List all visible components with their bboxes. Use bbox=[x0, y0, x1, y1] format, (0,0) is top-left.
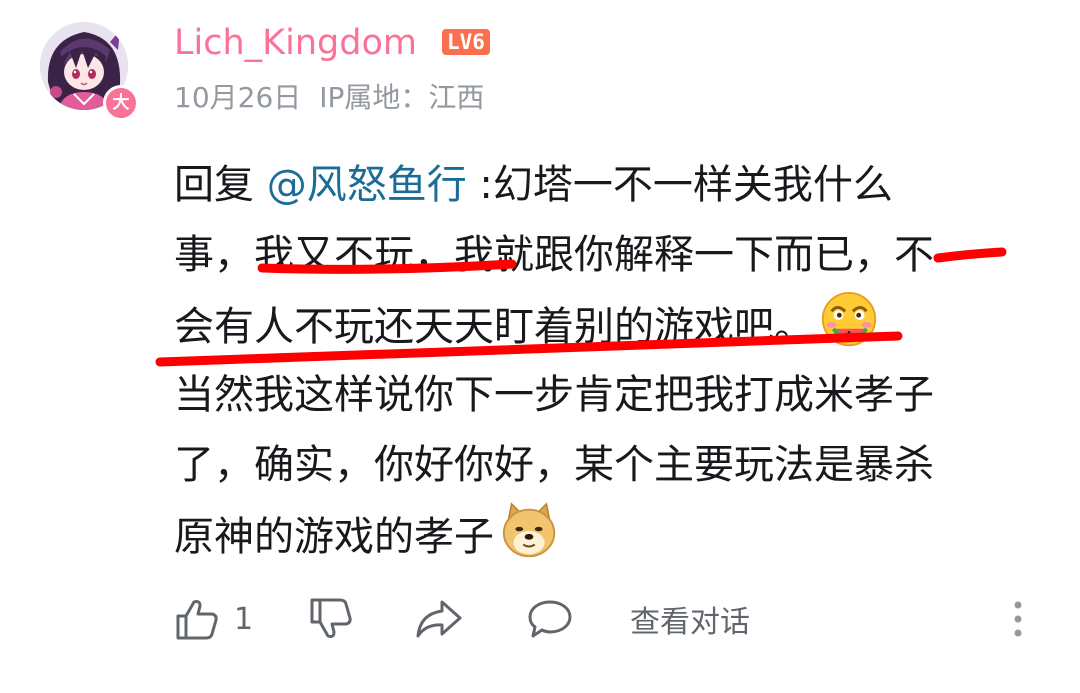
comment-line: 回复 @风怒鱼行 :幻塔一不一样关我什么 bbox=[174, 150, 1044, 220]
comment-text: 当然我这样说你下一步肯定把我打成米孝子 bbox=[174, 372, 934, 418]
comment-line: 当然我这样说你下一步肯定把我打成米孝子 bbox=[174, 360, 1044, 430]
comment-text: :幻塔一不一样关我什么 bbox=[466, 162, 893, 208]
reply-icon bbox=[528, 600, 572, 638]
username[interactable]: Lich_Kingdom bbox=[174, 22, 417, 64]
comment-body: 回复 @风怒鱼行 :幻塔一不一样关我什么 事，我又不玩，我就跟你解释一下而已，不… bbox=[174, 150, 1044, 570]
comment-action-bar: 1 查看对话 bbox=[174, 594, 1054, 644]
like-count: 1 bbox=[234, 601, 254, 637]
reply-prefix: 回复 bbox=[174, 162, 267, 208]
comment-text: 了，确实，你好你好，某个主要玩法是暴杀 bbox=[174, 442, 934, 488]
comment-date: 10月26日 bbox=[174, 81, 302, 114]
more-button[interactable] bbox=[1006, 594, 1030, 644]
view-dialog-label: 查看对话 bbox=[630, 605, 750, 640]
ip-location: IP属地：江西 bbox=[319, 81, 485, 114]
comment-line: 原神的游戏的孝子 bbox=[174, 500, 1044, 570]
comment-line: 事，我又不玩，我就跟你解释一下而已，不 bbox=[174, 220, 1044, 290]
comment-line: 会有人不玩还天天盯着别的游戏吧。 bbox=[174, 290, 1044, 360]
mention-link[interactable]: @风怒鱼行 bbox=[267, 162, 467, 208]
reply-button[interactable] bbox=[526, 594, 574, 644]
more-icon bbox=[1014, 601, 1022, 637]
comment-text: 事，我又不玩，我就跟你解释一下而已，不 bbox=[174, 232, 934, 278]
comment-text: 原神的游戏的孝子 bbox=[174, 514, 494, 560]
comment-line: 了，确实，你好你好，某个主要玩法是暴杀 bbox=[174, 430, 1044, 500]
thumbs-down-icon bbox=[310, 598, 352, 638]
vip-badge: 大 bbox=[103, 85, 139, 121]
comment-text: 会有人不玩还天天盯着别的游戏吧。 bbox=[174, 304, 814, 350]
share-button[interactable] bbox=[414, 594, 464, 644]
doge-emoji bbox=[502, 502, 556, 558]
share-icon bbox=[416, 600, 462, 638]
like-button[interactable]: 1 bbox=[174, 594, 253, 644]
dislike-button[interactable] bbox=[308, 594, 354, 644]
comment-meta: 10月26日 IP属地：江西 bbox=[174, 80, 502, 116]
avatar-container[interactable]: 大 bbox=[40, 22, 139, 121]
level-badge: LV6 bbox=[442, 29, 490, 55]
view-dialog-link[interactable]: 查看对话 bbox=[630, 594, 750, 644]
thumbs-up-icon bbox=[176, 600, 218, 640]
eating-watermelon-emoji bbox=[821, 291, 877, 347]
